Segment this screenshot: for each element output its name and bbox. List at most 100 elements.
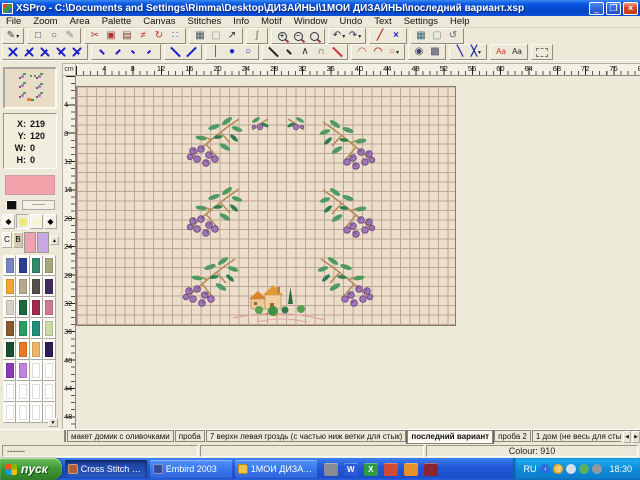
zoom-out-tool[interactable]: −: [290, 30, 306, 43]
palette-color[interactable]: [30, 318, 43, 339]
tab-scroll-left[interactable]: ◀: [623, 431, 631, 443]
palette-color[interactable]: [16, 339, 29, 360]
palette-color[interactable]: [16, 276, 29, 297]
full-cross-stitch[interactable]: [5, 46, 21, 59]
three-quarter-stitch-br[interactable]: [69, 46, 85, 59]
palette-color[interactable]: [43, 381, 56, 402]
word-icon[interactable]: W: [344, 463, 358, 476]
menu-window[interactable]: Window: [288, 16, 334, 27]
flip-stitch-tool-1[interactable]: ╲: [452, 46, 468, 59]
text-tool-black[interactable]: Aa: [509, 46, 525, 59]
taskbar-app-icon-1[interactable]: [324, 463, 338, 476]
quarter-stitch-tr[interactable]: [110, 46, 126, 59]
copy-selection-tool[interactable]: ▣: [103, 30, 119, 43]
pointer-tool[interactable]: ↗: [224, 30, 240, 43]
task-button-3[interactable]: 1МОИ ДИЗАЙНЫ: [235, 460, 317, 478]
restore-button[interactable]: ❐: [606, 2, 621, 15]
cut-selection-tool[interactable]: ✂: [87, 30, 103, 43]
screen-view-tool[interactable]: ▦: [192, 30, 208, 43]
task-button-2[interactable]: Embird 2003: [150, 460, 232, 478]
tray-update-icon[interactable]: [579, 464, 589, 474]
quarter-stitch-br[interactable]: [142, 46, 158, 59]
palette-scroll-down[interactable]: ▼: [48, 418, 58, 427]
palette-swatch-pink[interactable]: [24, 232, 36, 253]
palette-color[interactable]: [3, 381, 16, 402]
palette-color[interactable]: [43, 339, 56, 360]
half-stitch-forward[interactable]: [183, 46, 199, 59]
menu-palette[interactable]: Palette: [96, 16, 138, 27]
quarter-stitch-bl[interactable]: [126, 46, 142, 59]
close-button[interactable]: ×: [623, 2, 638, 15]
design-canvas[interactable]: [76, 86, 456, 326]
circle-shape-tool[interactable]: ○▾: [386, 46, 402, 59]
menu-stitches[interactable]: Stitches: [181, 16, 227, 27]
palette-color[interactable]: [16, 297, 29, 318]
pattern-repeat-tool[interactable]: ∷: [167, 30, 183, 43]
menu-file[interactable]: File: [0, 16, 27, 27]
menu-text[interactable]: Text: [368, 16, 397, 27]
freehand-select-tool[interactable]: ✎: [62, 30, 78, 43]
taskbar-app-icon-3[interactable]: [404, 463, 418, 476]
palette-color[interactable]: [3, 318, 16, 339]
language-indicator[interactable]: RU: [523, 464, 536, 474]
three-quarter-stitch-tr[interactable]: [37, 46, 53, 59]
reload-tool[interactable]: ↺: [445, 30, 461, 43]
taskbar-app-icon-2[interactable]: [384, 463, 398, 476]
print-preview-tool[interactable]: ▢: [208, 30, 224, 43]
palette-diamond-button-2[interactable]: ◆: [44, 214, 57, 229]
redo-button[interactable]: ↷▾: [347, 30, 363, 43]
curve-thick-tool[interactable]: ◠: [370, 46, 386, 59]
palette-color[interactable]: [30, 297, 43, 318]
palette-color[interactable]: [30, 255, 43, 276]
pencil-tool[interactable]: ✎▾: [5, 30, 21, 43]
new-design-tool[interactable]: ▢: [429, 30, 445, 43]
tray-coin-icon[interactable]: @: [553, 464, 563, 474]
pattern-tab-2[interactable]: проба: [175, 430, 205, 442]
taskbar-app-icon-4[interactable]: [424, 463, 438, 476]
vertical-stitch[interactable]: │: [208, 46, 224, 59]
paste-selection-tool[interactable]: ▤: [119, 30, 135, 43]
rotate-selection-tool[interactable]: ↻: [151, 30, 167, 43]
palette-color[interactable]: [16, 381, 29, 402]
menu-zoom[interactable]: Zoom: [27, 16, 63, 27]
bead-outline[interactable]: ○: [240, 46, 256, 59]
text-tool-red[interactable]: Aa: [493, 46, 509, 59]
french-knot-tool[interactable]: ◉: [411, 46, 427, 59]
menu-help[interactable]: Help: [444, 16, 476, 27]
lasso-select-tool[interactable]: ○: [46, 30, 62, 43]
palette-color[interactable]: [30, 381, 43, 402]
palette-color[interactable]: [3, 297, 16, 318]
palette-color[interactable]: [30, 339, 43, 360]
pen-tool[interactable]: ╱: [372, 30, 388, 43]
tray-mail-icon[interactable]: [566, 464, 576, 474]
palette-color[interactable]: [43, 276, 56, 297]
palette-pale-blob-button[interactable]: [30, 214, 43, 229]
black-color-button[interactable]: [6, 200, 17, 210]
task-button-1[interactable]: Cross Stitch Pro...: [65, 460, 147, 478]
menu-info[interactable]: Info: [227, 16, 255, 27]
palette-color[interactable]: [3, 339, 16, 360]
palette-color[interactable]: [43, 318, 56, 339]
tray-collapse-icon[interactable]: ‹: [540, 464, 550, 474]
palette-color[interactable]: [16, 360, 29, 381]
palette-color[interactable]: [30, 402, 43, 423]
palette-color[interactable]: [43, 297, 56, 318]
minimize-button[interactable]: _: [589, 2, 604, 15]
palette-color[interactable]: [3, 360, 16, 381]
three-quarter-stitch-bl[interactable]: [53, 46, 69, 59]
backstitch-tool[interactable]: [265, 46, 281, 59]
thread-tool[interactable]: ∫: [249, 30, 265, 43]
exclude-selection-tool[interactable]: ≠: [135, 30, 151, 43]
pattern-tab-1[interactable]: макет домик с оливочками: [67, 430, 174, 442]
pattern-tab-4[interactable]: последний вариант: [407, 430, 493, 444]
palette-diamond-button-1[interactable]: ◆: [2, 214, 15, 229]
fill-pattern-tool[interactable]: ▩: [427, 46, 443, 59]
unpick-tool[interactable]: ×: [388, 30, 404, 43]
menu-undo[interactable]: Undo: [334, 16, 369, 27]
pattern-tab-5[interactable]: проба 2: [494, 430, 531, 442]
excel-icon[interactable]: X: [364, 463, 378, 476]
zoom-100-tool[interactable]: [306, 30, 322, 43]
loop-stitch-tool[interactable]: ∩: [313, 46, 329, 59]
start-button[interactable]: пуск: [0, 458, 62, 480]
current-color-swatch[interactable]: [5, 175, 55, 195]
